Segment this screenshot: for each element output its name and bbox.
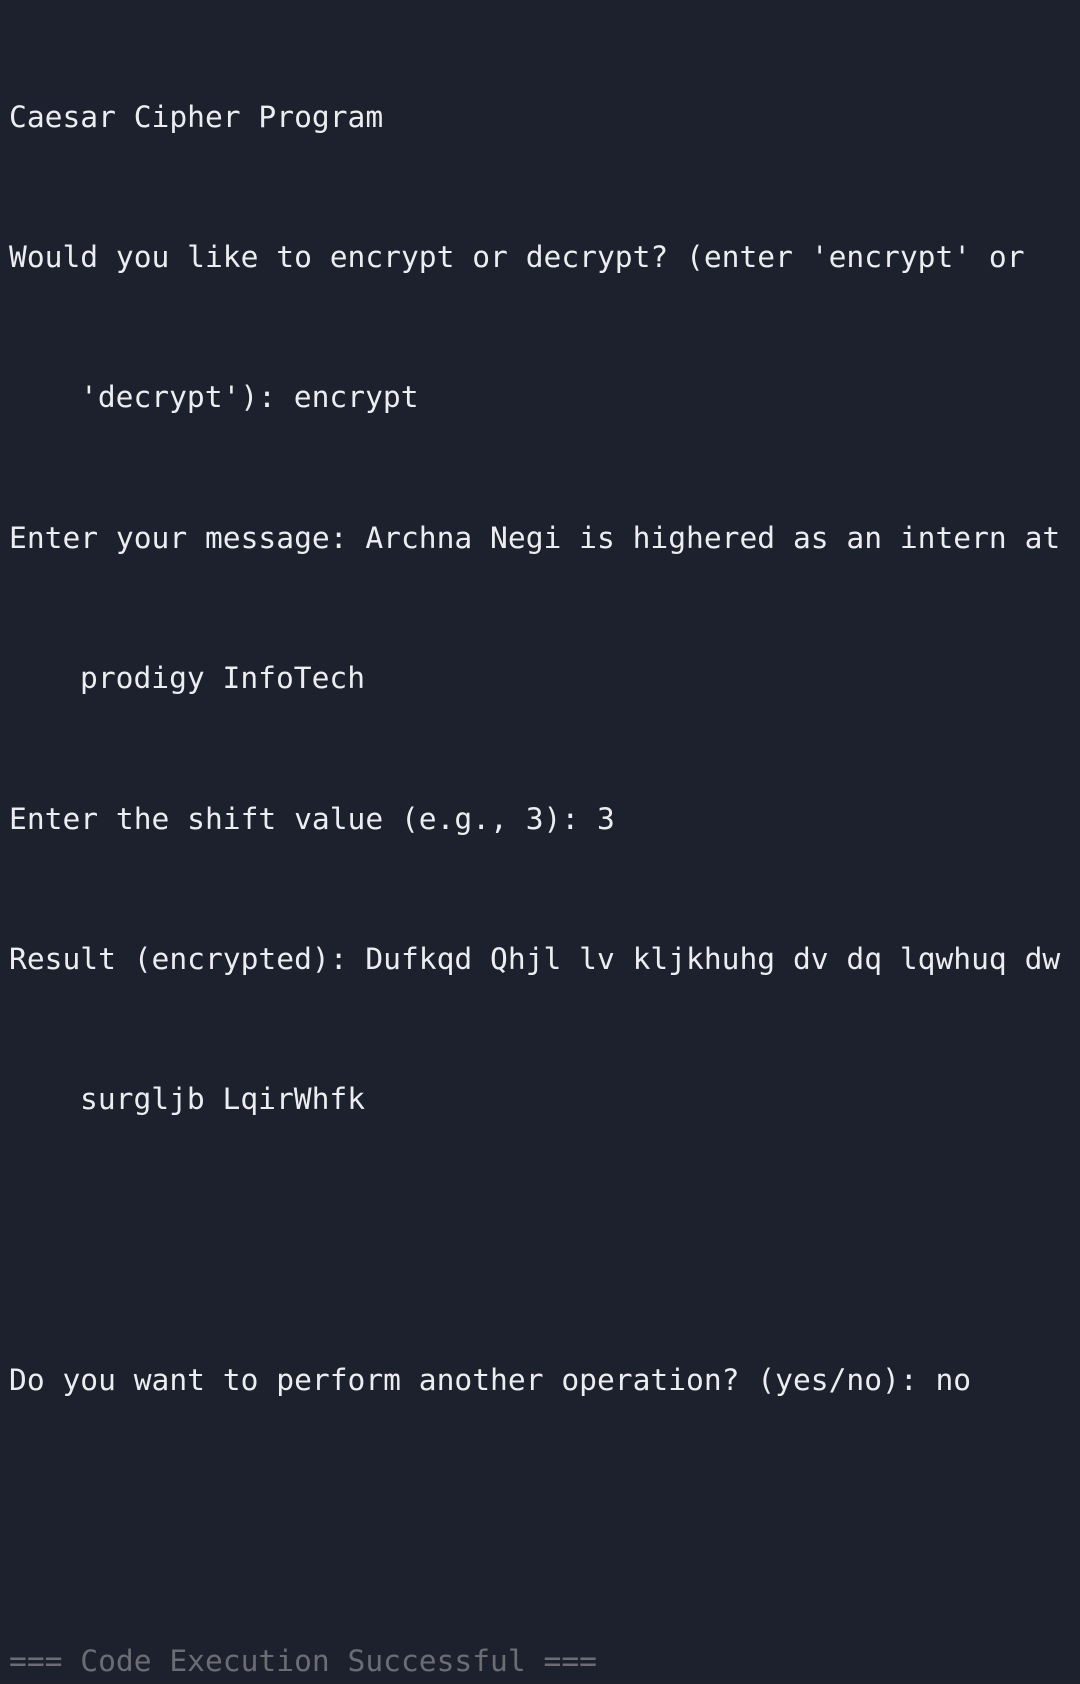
execution-status-line: === Code Execution Successful === (9, 1643, 597, 1678)
message-prompt-line: Enter your message: Archna Negi is highe… (9, 520, 1061, 555)
result-line: Result (encrypted): Dufkqd Qhjl lv kljkh… (9, 941, 1061, 976)
message-prompt-continuation: prodigy InfoTech (80, 661, 366, 696)
mode-prompt-continuation: 'decrypt'): encrypt (80, 380, 419, 415)
result-continuation: surgljb LqirWhfk (80, 1082, 366, 1117)
terminal-output: Caesar Cipher Program Would you like to … (9, 0, 1071, 1678)
repeat-prompt-line: Do you want to perform another operation… (9, 1363, 972, 1398)
mode-prompt-line: Would you like to encrypt or decrypt? (e… (9, 239, 1025, 274)
shift-prompt-line: Enter the shift value (e.g., 3): 3 (9, 801, 615, 836)
program-title: Caesar Cipher Program (9, 99, 384, 134)
